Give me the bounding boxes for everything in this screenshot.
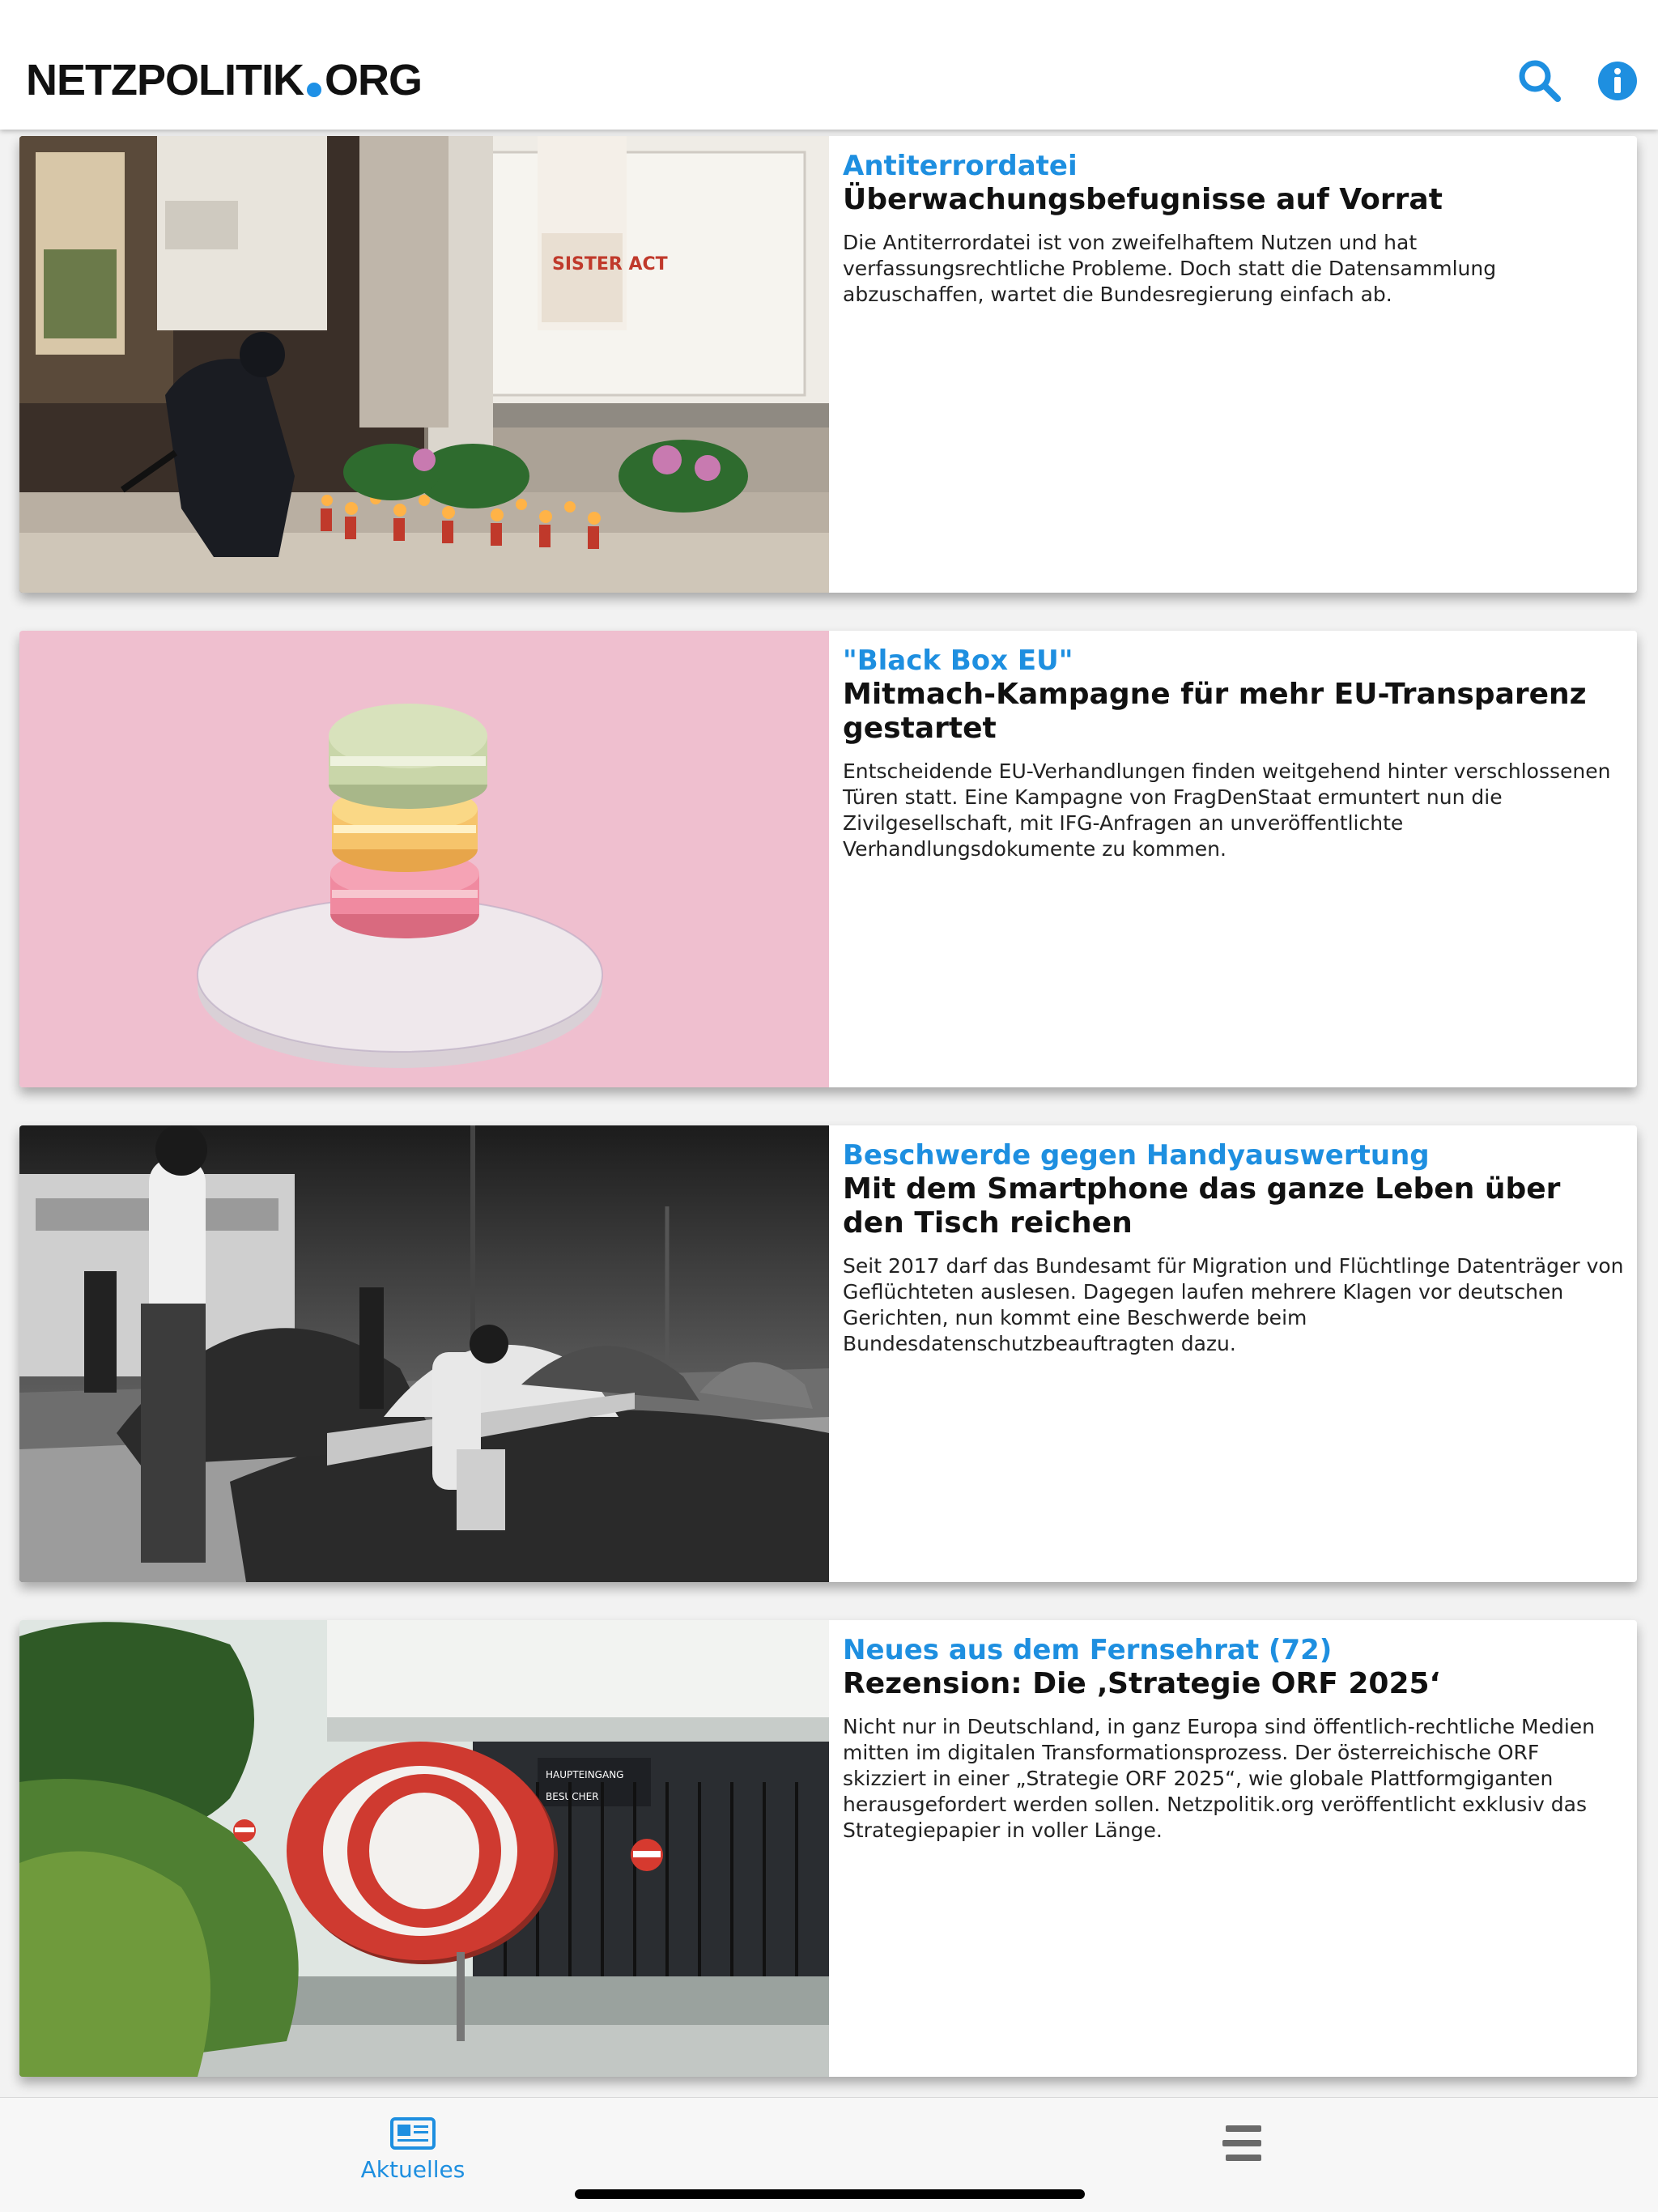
article-card[interactable]: "Black Box EU" Mitmach-Kampagne für mehr… xyxy=(19,631,1637,1087)
article-title: Überwachungsbefugnisse auf Vorrat xyxy=(843,183,1443,216)
article-title: Rezension: Die ‚Strategie ORF 2025‘ xyxy=(843,1667,1441,1700)
netzpolitik-logo[interactable]: NETZPOLITIK ORG xyxy=(26,56,423,104)
article-text[interactable]: Antiterrordatei Überwachungsbefugnisse a… xyxy=(843,149,1628,308)
article-image[interactable]: HAUPTEINGANG BESUCHER xyxy=(19,1620,829,2077)
sign-haupteingang: HAUPTEINGANG xyxy=(546,1769,623,1780)
poster-text: SISTER ACT xyxy=(552,254,668,274)
article-kicker: "Black Box EU" xyxy=(843,644,1073,677)
article-card[interactable]: Beschwerde gegen Handyauswertung Mit dem… xyxy=(19,1125,1637,1582)
article-image[interactable] xyxy=(19,631,829,1087)
article-text[interactable]: "Black Box EU" Mitmach-Kampagne für mehr… xyxy=(843,644,1628,862)
home-indicator[interactable] xyxy=(575,2189,1085,2199)
article-kicker: Neues aus dem Fernsehrat (72) xyxy=(843,1634,1333,1666)
sign-besucher: BESUCHER xyxy=(546,1791,599,1802)
article-teaser: Nicht nur in Deutschland, in ganz Europa… xyxy=(843,1715,1596,1842)
article-teaser: Entscheidende EU-Verhandlungen finden we… xyxy=(843,759,1611,861)
logo-dot xyxy=(306,83,321,97)
article-image[interactable]: SISTER ACT xyxy=(19,136,829,593)
article-text[interactable]: Neues aus dem Fernsehrat (72) Rezension:… xyxy=(843,1633,1628,1844)
tab-aktuelles-label: Aktuelles xyxy=(360,2156,466,2183)
article-text[interactable]: Beschwerde gegen Handyauswertung Mit dem… xyxy=(843,1138,1628,1357)
newspaper-icon xyxy=(390,2117,436,2150)
info-icon[interactable] xyxy=(1593,57,1642,105)
article-title: Mitmach-Kampagne für mehr EU-Transparenz… xyxy=(843,678,1587,745)
article-kicker: Antiterrordatei xyxy=(843,150,1078,182)
article-title: Mit dem Smartphone das ganze Leben über … xyxy=(843,1172,1561,1240)
article-feed[interactable]: SISTER ACT Antiterrordatei Überwachungsb… xyxy=(0,130,1658,2097)
logo-text-right: ORG xyxy=(324,56,423,104)
search-icon[interactable] xyxy=(1516,57,1564,105)
article-teaser: Seit 2017 darf das Bundesamt für Migrati… xyxy=(843,1254,1624,1355)
logo-text-left: NETZPOLITIK xyxy=(26,56,304,104)
article-image[interactable] xyxy=(19,1125,829,1582)
menu-icon[interactable] xyxy=(1221,2124,1266,2164)
article-card[interactable]: HAUPTEINGANG BESUCHER Neues aus dem Fern… xyxy=(19,1620,1637,2077)
article-card[interactable]: SISTER ACT Antiterrordatei Überwachungsb… xyxy=(19,136,1637,593)
article-teaser: Die Antiterrordatei ist von zweifelhafte… xyxy=(843,231,1497,306)
tab-aktuelles[interactable]: Aktuelles xyxy=(332,2117,494,2183)
article-kicker: Beschwerde gegen Handyauswertung xyxy=(843,1139,1430,1172)
app-header: NETZPOLITIK ORG xyxy=(0,0,1658,130)
